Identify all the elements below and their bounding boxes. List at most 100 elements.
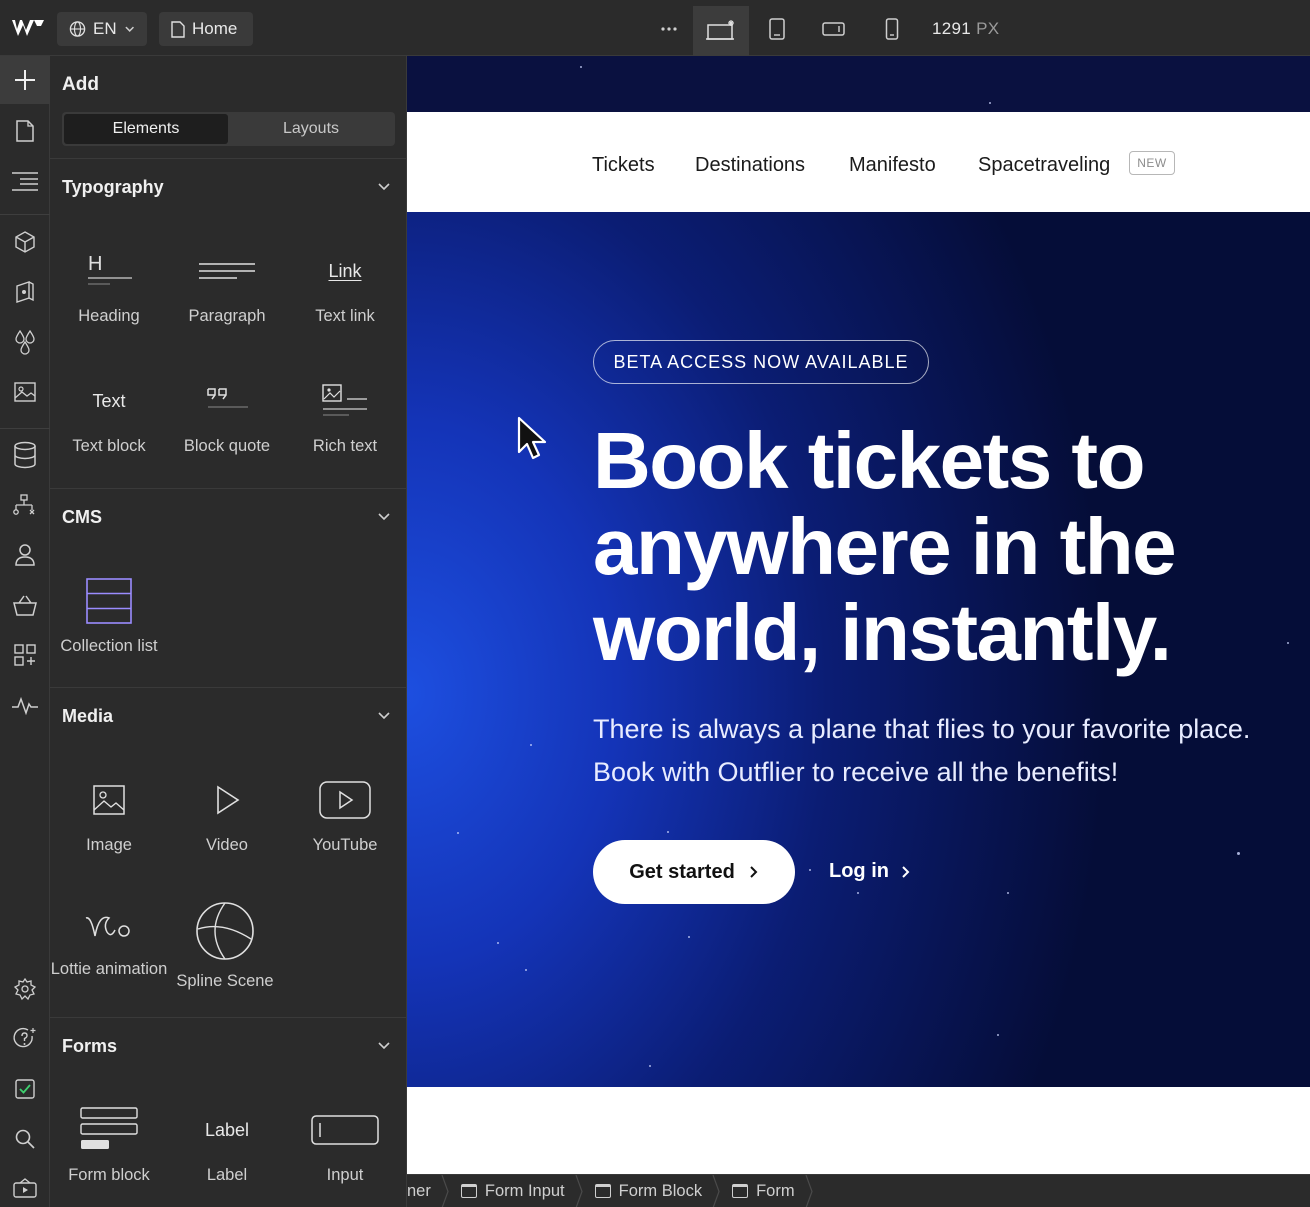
canvas-width-readout[interactable]: 1291 PX [932, 19, 999, 39]
element-paragraph[interactable]: Paragraph [168, 241, 286, 327]
nav-link-spacetraveling[interactable]: Spacetraveling [978, 154, 1110, 177]
rail-ecommerce-button[interactable] [0, 582, 50, 628]
nav-link-tickets[interactable]: Tickets [592, 154, 655, 177]
rich-text-icon [286, 371, 404, 431]
chevron-down-icon[interactable] [377, 509, 391, 523]
help-icon [13, 1027, 36, 1048]
site-navbar[interactable]: Tickets Destinations Manifesto Spacetrav… [407, 112, 1310, 212]
element-heading[interactable]: H Heading [50, 241, 168, 327]
rail-cms-button[interactable] [0, 432, 50, 478]
paragraph-icon [168, 241, 286, 301]
section-forms-title[interactable]: Forms [62, 1036, 117, 1057]
element-youtube[interactable]: YouTube [286, 770, 404, 856]
canvas-width-unit: PX [976, 19, 1000, 38]
canvas-width-value: 1291 [932, 19, 972, 38]
rail-users-button[interactable] [0, 532, 50, 578]
webflow-logo-icon[interactable] [10, 16, 46, 40]
element-heading-label: Heading [78, 307, 140, 325]
rail-tasks-button[interactable] [0, 1066, 50, 1112]
mouse-cursor-icon [517, 416, 547, 460]
get-started-label: Get started [629, 860, 735, 883]
get-started-button[interactable]: Get started [593, 840, 795, 904]
breadcrumb-label: Form Block [618, 1181, 703, 1200]
mobile-portrait-icon [885, 18, 899, 40]
globe-icon [69, 21, 86, 37]
plus-icon [15, 70, 35, 90]
section-typography: Typography H Heading Paragraph Link Text… [50, 158, 406, 488]
pulse-icon [12, 696, 38, 715]
rail-pages-button[interactable] [0, 108, 50, 154]
navigator-list-icon [12, 172, 38, 191]
element-spline-scene[interactable]: Spline Scene [166, 896, 284, 992]
log-in-link[interactable]: Log in [829, 860, 911, 883]
rail-help-button[interactable] [0, 1016, 50, 1062]
breadcrumb-item[interactable]: ner [407, 1174, 449, 1207]
heading-icon: H [50, 241, 168, 301]
apps-grid-icon [14, 644, 36, 666]
page-selector[interactable]: Home [159, 12, 253, 46]
breakpoint-desktop-button[interactable] [693, 6, 749, 56]
element-box-icon [732, 1184, 749, 1198]
rail-add-button[interactable] [0, 56, 50, 104]
tablet-icon [769, 18, 785, 40]
rail-navigator-button[interactable] [0, 158, 50, 204]
chevron-down-icon[interactable] [377, 708, 391, 722]
chevron-down-icon[interactable] [377, 1038, 391, 1052]
hero-section[interactable]: BETA ACCESS NOW AVAILABLE Book tickets t… [407, 212, 1310, 1087]
breadcrumb-label: ner [407, 1181, 431, 1200]
breakpoint-portrait-button[interactable] [875, 12, 909, 46]
hero-subcopy[interactable]: There is always a plane that flies to yo… [593, 708, 1293, 794]
language-selector[interactable]: EN [57, 12, 147, 46]
element-text-link[interactable]: Link Text link [286, 241, 404, 327]
ellipsis-icon [661, 27, 677, 31]
element-collection-list[interactable]: Collection list [50, 571, 168, 657]
breadcrumb-item[interactable]: Form Block [581, 1174, 720, 1207]
element-label[interactable]: Label Label [168, 1100, 286, 1186]
rail-styles-button[interactable] [0, 269, 50, 315]
designer-app: EN Home 1291 PX Add Elements Layouts Typ… [0, 0, 1310, 1207]
mobile-landscape-icon [822, 22, 845, 36]
element-rich-text[interactable]: Rich text [286, 371, 404, 457]
nav-link-manifesto[interactable]: Manifesto [849, 154, 936, 177]
breakpoint-landscape-button[interactable] [817, 12, 851, 46]
breadcrumb-item[interactable]: Form [718, 1174, 813, 1207]
tab-layouts[interactable]: Layouts [229, 114, 393, 144]
element-lottie[interactable]: Lottie animation [50, 900, 168, 980]
rail-apps-button[interactable] [0, 632, 50, 678]
nav-link-destinations[interactable]: Destinations [695, 154, 805, 177]
element-input[interactable]: Input [286, 1100, 404, 1186]
chevron-right-icon [750, 866, 758, 878]
beta-access-badge[interactable]: BETA ACCESS NOW AVAILABLE [593, 340, 929, 384]
element-form-block[interactable]: Form block [50, 1100, 168, 1186]
language-label: EN [93, 19, 117, 38]
breakpoint-tablet-button[interactable] [760, 12, 794, 46]
breadcrumb-item[interactable]: Form Input [447, 1174, 583, 1207]
chevron-down-icon[interactable] [377, 179, 391, 193]
log-in-label: Log in [829, 860, 889, 882]
video-guide-icon [13, 1178, 37, 1198]
rail-search-button[interactable] [0, 1116, 50, 1162]
rail-video-tutorials-button[interactable] [0, 1166, 50, 1207]
more-options-button[interactable] [652, 12, 686, 46]
logic-flow-icon [13, 494, 35, 515]
rail-settings-button[interactable] [0, 966, 50, 1012]
text-block-icon: Text [92, 390, 126, 411]
element-video[interactable]: Video [168, 770, 286, 856]
tab-elements[interactable]: Elements [64, 114, 228, 144]
rail-audit-button[interactable] [0, 682, 50, 728]
element-image[interactable]: Image [50, 770, 168, 856]
design-canvas[interactable]: Tickets Destinations Manifesto Spacetrav… [407, 56, 1310, 1174]
hero-headline[interactable]: Book tickets to anywhere in the world, i… [593, 418, 1283, 676]
section-cms-title[interactable]: CMS [62, 507, 102, 528]
rail-logic-button[interactable] [0, 482, 50, 528]
section-typography-title[interactable]: Typography [62, 177, 164, 198]
section-media-title[interactable]: Media [62, 706, 113, 727]
play-icon [168, 770, 286, 830]
rail-variables-button[interactable] [0, 319, 50, 365]
section-media: Media Image Video YouTube Lottie animati… [50, 687, 406, 1017]
rail-assets-button[interactable] [0, 369, 50, 415]
rail-components-button[interactable] [0, 219, 50, 265]
element-text-block[interactable]: Text Text block [50, 371, 168, 457]
element-block-quote[interactable]: Block quote [168, 371, 286, 457]
form-block-icon [50, 1100, 168, 1160]
